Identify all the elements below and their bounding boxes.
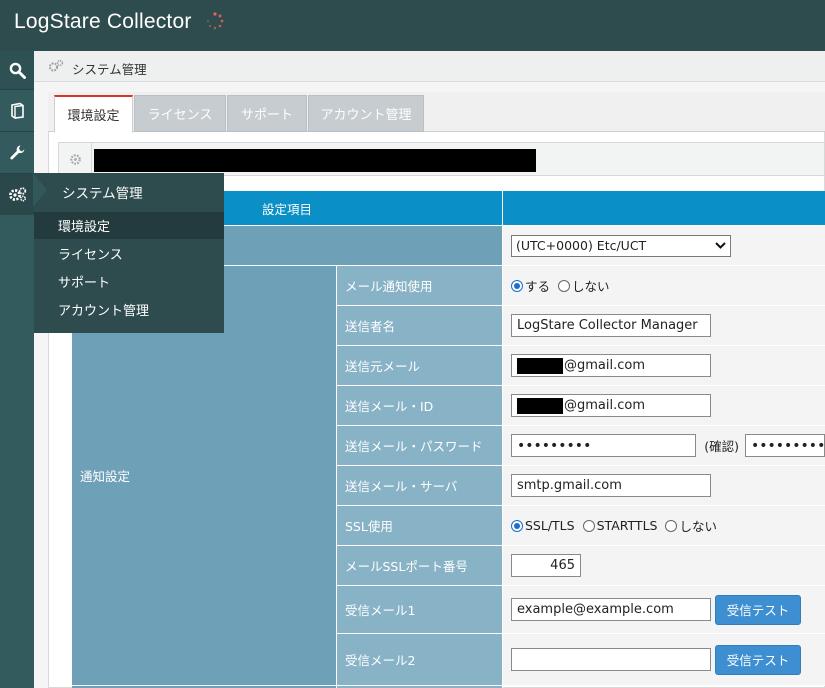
flyout-item-environment[interactable]: 環境設定 (34, 212, 224, 239)
ssl-none-radio[interactable]: しない (665, 516, 717, 535)
starttls-radio[interactable]: STARTTLS (582, 518, 657, 533)
mail-server-label-text: 送信メール・サーバ (345, 479, 458, 494)
mail-server-value: smtp.gmail.com (503, 466, 825, 506)
mail-id-suffix: @gmail.com (564, 398, 646, 413)
from-mail-label: 送信元メール (337, 346, 503, 386)
flyout-arrow (33, 173, 47, 207)
ssl-port-label: メールSSLポート番号 (337, 546, 503, 586)
nav-book[interactable] (0, 89, 34, 131)
search-icon (9, 62, 26, 79)
nav-search[interactable] (0, 51, 34, 89)
recv-test-button-2[interactable]: 受信テスト (715, 644, 801, 675)
ssl-use-value: SSL/TLS STARTTLS しない (503, 506, 825, 546)
sender-name-label-text: 送信者名 (345, 319, 396, 334)
left-sidebar (0, 51, 34, 688)
mail-password-input[interactable]: ••••••••• (511, 434, 697, 457)
recv-mail2-input[interactable] (511, 648, 711, 671)
redacted-text (517, 357, 563, 374)
mail-server-label: 送信メール・サーバ (337, 466, 503, 506)
timezone-selected: (UTC+0000) Etc/UCT (516, 238, 647, 253)
sender-name-value: LogStare Collector Manager (503, 306, 825, 346)
toolbar-gear-button[interactable] (59, 143, 92, 175)
mail-server-input[interactable]: smtp.gmail.com (511, 474, 711, 497)
mail-use-label-text: メール通知使用 (345, 279, 433, 294)
recv-mail2-value: 受信テスト (503, 634, 825, 686)
recv-mail1-label: 受信メール1 (337, 586, 503, 634)
mail-use-label: メール通知使用 (337, 266, 503, 306)
mail-use-value: する しない (503, 266, 825, 306)
recv-test-button-1[interactable]: 受信テスト (715, 594, 801, 625)
from-mail-label-text: 送信元メール (345, 359, 421, 374)
mail-password-confirm-input[interactable]: ••••••••• (745, 434, 825, 457)
sender-name-label: 送信者名 (337, 306, 503, 346)
ssl-port-label-text: メールSSLポート番号 (345, 559, 468, 574)
gears-icon (8, 187, 26, 202)
from-mail-suffix: @gmail.com (564, 358, 646, 373)
flyout-title: システム管理 (62, 186, 143, 202)
gears-icon (48, 59, 64, 72)
ssl-use-label: SSL使用 (337, 506, 503, 546)
table-header-value (503, 191, 825, 226)
ssl-tls-radio[interactable]: SSL/TLS (511, 518, 575, 533)
system-flyout-menu: システム管理 環境設定 ライセンス サポート アカウント管理 (33, 173, 224, 333)
redacted-block (94, 149, 536, 172)
timezone-value-cell: (UTC+0000) Etc/UCT (503, 226, 825, 266)
mail-use-on-radio[interactable]: する (511, 276, 550, 295)
redacted-text (517, 397, 563, 414)
recv-mail2-label-text: 受信メール2 (345, 653, 416, 668)
timezone-select[interactable]: (UTC+0000) Etc/UCT (511, 234, 731, 257)
wrench-icon (9, 145, 24, 160)
app-title: LogStare Collector (14, 10, 192, 33)
ssl-use-label-text: SSL使用 (345, 519, 393, 534)
book-icon (10, 102, 24, 119)
password-confirm-label: (確認) (704, 439, 739, 454)
chevron-down-icon (715, 242, 726, 249)
flyout-item-license[interactable]: ライセンス (34, 240, 224, 267)
ssl-port-input[interactable]: 465 (511, 554, 581, 577)
from-mail-value: @gmail.com (503, 346, 825, 386)
tab-license[interactable]: ライセンス (134, 95, 226, 132)
gear-icon (69, 153, 81, 165)
recv-mail1-label-text: 受信メール1 (345, 603, 416, 618)
from-mail-input[interactable]: @gmail.com (511, 354, 711, 377)
nav-system[interactable] (0, 173, 34, 215)
recv-mail2-label: 受信メール2 (337, 634, 503, 686)
mail-password-label-text: 送信メール・パスワード (345, 439, 483, 454)
breadcrumb-label: システム管理 (72, 62, 147, 77)
recv-mail1-input[interactable]: example@example.com (511, 598, 711, 621)
mail-use-off-radio[interactable]: しない (558, 276, 610, 295)
breadcrumb: システム管理 (34, 51, 825, 82)
mail-id-input[interactable]: @gmail.com (511, 394, 711, 417)
flyout-item-support[interactable]: サポート (34, 268, 224, 295)
recv-mail1-value: example@example.com 受信テスト (503, 586, 825, 634)
nav-tools[interactable] (0, 131, 34, 173)
mail-password-label: 送信メール・パスワード (337, 426, 503, 466)
mail-password-value: ••••••••• (確認) ••••••••• (503, 426, 825, 466)
notify-category-label: 通知設定 (80, 469, 131, 484)
ssl-port-value: 465 (503, 546, 825, 586)
mail-id-label: 送信メール・ID (337, 386, 503, 426)
top-bar: LogStare Collector (0, 0, 825, 51)
mail-id-label-text: 送信メール・ID (345, 399, 434, 414)
tab-support[interactable]: サポート (227, 95, 307, 132)
loading-spinner-icon (207, 12, 224, 30)
sender-name-input[interactable]: LogStare Collector Manager (511, 314, 711, 337)
flyout-item-account[interactable]: アカウント管理 (34, 296, 224, 323)
tab-account[interactable]: アカウント管理 (308, 95, 424, 132)
tab-environment[interactable]: 環境設定 (54, 95, 133, 133)
mail-id-value: @gmail.com (503, 386, 825, 426)
